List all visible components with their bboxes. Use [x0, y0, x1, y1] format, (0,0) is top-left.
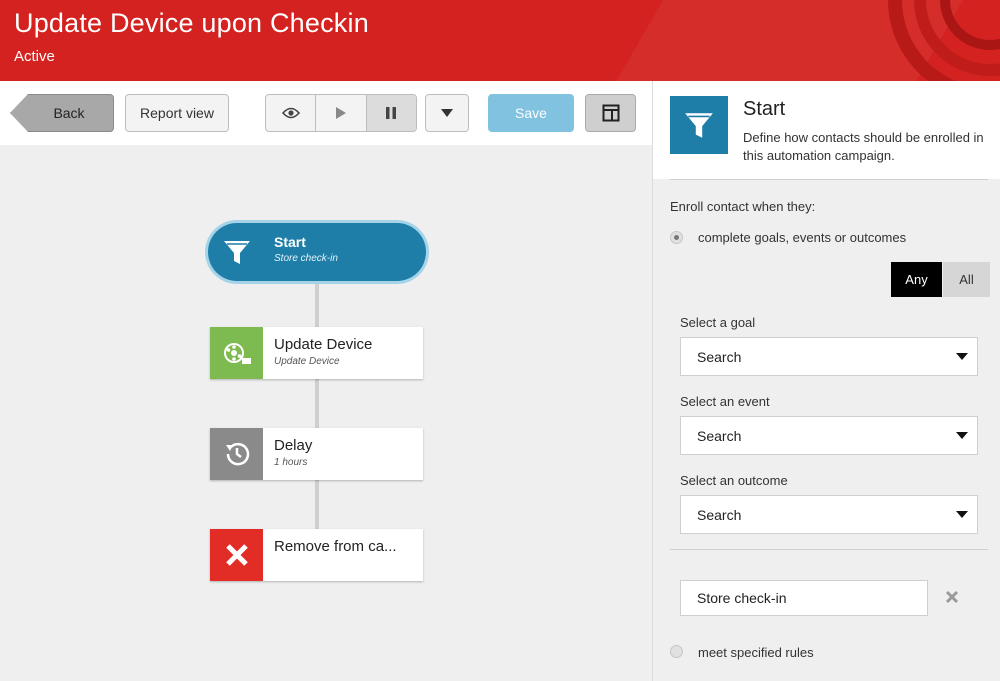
preview-button[interactable]	[266, 95, 317, 131]
node-title: Remove from ca...	[274, 538, 397, 555]
back-button[interactable]: Back	[10, 94, 114, 132]
toggle-all[interactable]: All	[943, 262, 990, 297]
caret-down-icon	[956, 511, 968, 518]
caret-down-icon	[441, 109, 453, 117]
selected-item-label: Store check-in	[697, 590, 787, 606]
node-title: Update Device	[274, 336, 373, 353]
node-subtitle: Update Device	[274, 356, 340, 367]
play-button[interactable]	[316, 95, 367, 131]
node-subtitle: Store check-in	[274, 253, 338, 264]
radio-goals-label[interactable]: complete goals, events or outcomes	[698, 230, 906, 245]
campaign-status: Active	[14, 48, 55, 65]
flow-node-start[interactable]: Start Store check-in	[208, 223, 426, 281]
pause-button[interactable]	[366, 95, 416, 131]
more-options-dropdown[interactable]	[425, 94, 469, 132]
layout-icon	[602, 104, 619, 122]
divider	[670, 549, 988, 550]
eye-icon	[281, 107, 300, 119]
panel-header: Start Define how contacts should be enro…	[653, 81, 1000, 179]
event-select[interactable]: Search	[680, 416, 978, 455]
outcome-label: Select an outcome	[680, 473, 788, 488]
play-icon	[335, 107, 346, 119]
toggle-any[interactable]: Any	[891, 262, 942, 297]
properties-panel: Start Define how contacts should be enro…	[652, 81, 1000, 681]
save-button[interactable]: Save	[488, 94, 574, 132]
divider	[670, 179, 988, 180]
layout-toggle-button[interactable]	[585, 94, 636, 132]
node-title: Delay	[274, 437, 313, 454]
delay-clock-icon	[225, 442, 249, 466]
header-decoration-rings	[888, 0, 1000, 81]
node-title: Start	[274, 234, 306, 250]
toolbar: Back Report view Save	[0, 81, 652, 145]
playback-controls	[265, 94, 417, 132]
event-select-value: Search	[697, 427, 742, 444]
panel-title: Start	[743, 98, 786, 120]
outcome-select[interactable]: Search	[680, 495, 978, 534]
funnel-icon	[224, 241, 250, 264]
caret-down-icon	[956, 432, 968, 439]
goal-select[interactable]: Search	[680, 337, 978, 376]
outcome-select-value: Search	[697, 506, 742, 523]
event-label: Select an event	[680, 394, 770, 409]
flow-canvas[interactable]: Back Report view Save Start Store check-…	[0, 81, 652, 681]
report-view-button[interactable]: Report view	[125, 94, 229, 132]
panel-description: Define how contacts should be enrolled i…	[743, 130, 984, 163]
page-header: Update Device upon Checkin Active	[0, 0, 1000, 81]
funnel-icon	[685, 113, 713, 138]
pause-icon	[386, 107, 397, 119]
caret-down-icon	[956, 353, 968, 360]
flow-node-delay[interactable]: Delay 1 hours	[210, 428, 423, 480]
enroll-label: Enroll contact when they:	[670, 199, 816, 214]
radio-meet-rules[interactable]	[670, 645, 683, 658]
device-update-icon	[223, 343, 251, 364]
flow-node-remove-from-campaign[interactable]: Remove from ca...	[210, 529, 423, 581]
remove-x-icon	[225, 544, 248, 566]
goal-label: Select a goal	[680, 315, 756, 330]
selected-goal-item: Store check-in	[680, 580, 928, 616]
remove-item-icon[interactable]	[945, 590, 959, 604]
radio-goals-events-outcomes[interactable]	[670, 231, 683, 244]
flow-node-update-device[interactable]: Update Device Update Device	[210, 327, 423, 379]
page-title: Update Device upon Checkin	[14, 8, 369, 38]
radio-rules-label[interactable]: meet specified rules	[698, 645, 814, 660]
node-subtitle: 1 hours	[274, 457, 308, 468]
goal-select-value: Search	[697, 348, 742, 365]
